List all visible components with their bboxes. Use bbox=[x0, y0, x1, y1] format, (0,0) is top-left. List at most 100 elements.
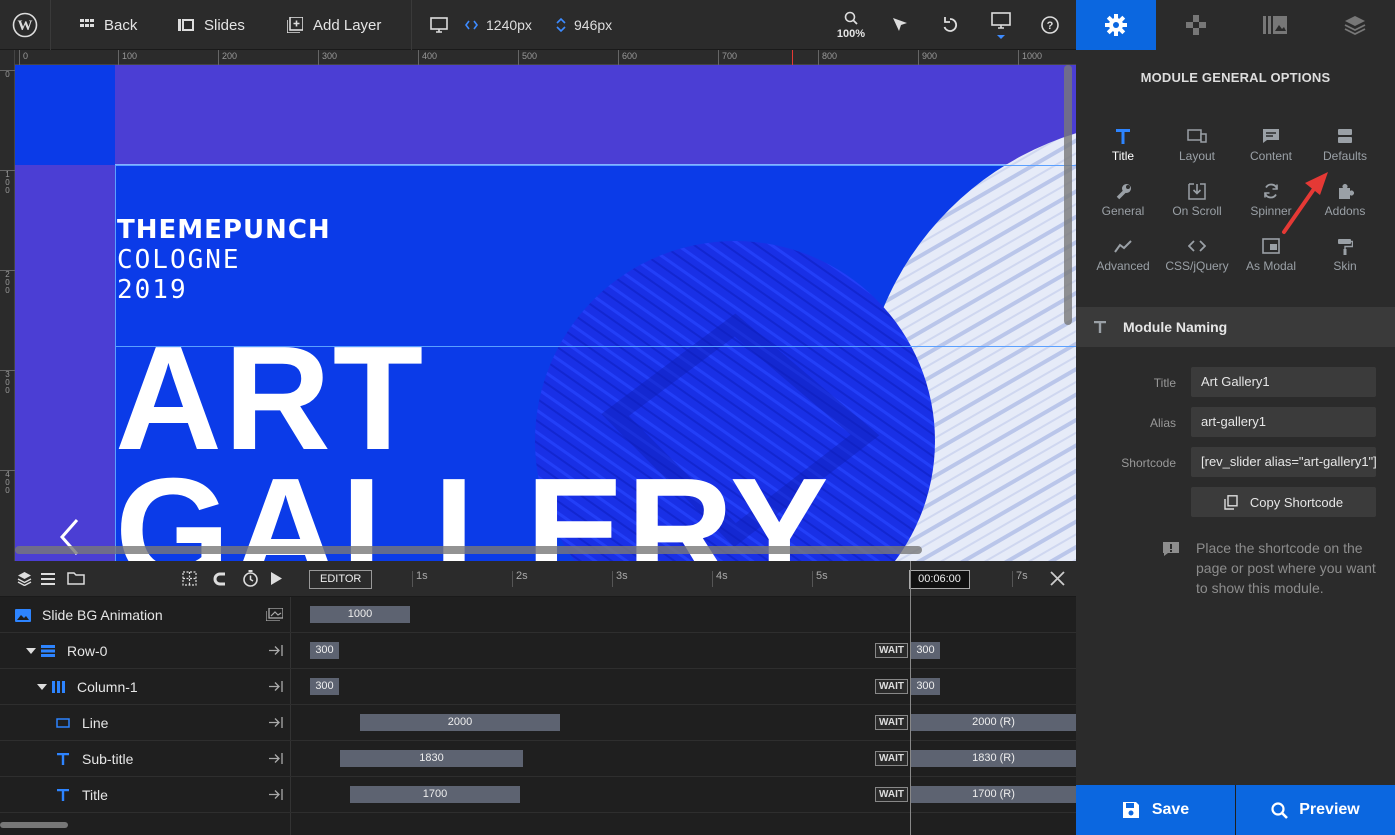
title-field[interactable]: Art Gallery1 bbox=[1191, 367, 1376, 397]
add-layer-button[interactable]: Add Layer bbox=[287, 0, 381, 50]
preview-button[interactable]: Preview bbox=[1236, 785, 1395, 835]
option-label: As Modal bbox=[1245, 259, 1297, 273]
save-label: Save bbox=[1151, 801, 1190, 818]
help-button[interactable]: ? bbox=[1041, 0, 1059, 50]
guide-line bbox=[115, 165, 1076, 166]
layers-toggle-button[interactable] bbox=[17, 571, 32, 586]
image-icon bbox=[15, 608, 31, 622]
timeline-row[interactable]: Slide BG Animation 1000 bbox=[0, 597, 1076, 633]
option-title[interactable]: Title bbox=[1086, 123, 1160, 163]
ruler-left: 0 1 0 0 2 0 0 3 0 0 4 0 0 bbox=[0, 50, 15, 561]
timeline-row[interactable]: Row-0 300 WAIT 300 bbox=[0, 633, 1076, 669]
images-icon[interactable] bbox=[266, 608, 283, 621]
timeline-bar-in[interactable]: 1700 bbox=[350, 786, 520, 803]
current-time-display[interactable]: 00:06:00 bbox=[909, 570, 970, 589]
play-button[interactable] bbox=[271, 572, 282, 585]
ruler-tick: 300 bbox=[318, 50, 337, 65]
monitor-icon bbox=[991, 12, 1011, 39]
canvas-vertical-scrollbar[interactable] bbox=[1064, 65, 1072, 325]
copy-shortcode-button[interactable]: Copy Shortcode bbox=[1191, 487, 1376, 517]
top-toolbar: W Back Slides Add Layer 1240px 946px 100… bbox=[0, 0, 1076, 50]
arrow-to-end-icon[interactable] bbox=[268, 644, 284, 657]
timeline-bar-out[interactable]: 1830 (R) bbox=[911, 750, 1076, 767]
timeline-bar-in[interactable]: 300 bbox=[310, 642, 339, 659]
timeline-bar-out[interactable]: 2000 (R) bbox=[911, 714, 1076, 731]
timeline-row[interactable]: Line 2000 WAIT 2000 (R) bbox=[0, 705, 1076, 741]
canvas-horizontal-scrollbar[interactable] bbox=[15, 546, 922, 554]
timeline-bar-in[interactable]: 2000 bbox=[360, 714, 560, 731]
tab-module-settings[interactable] bbox=[1076, 0, 1156, 50]
option-label: Skin bbox=[1333, 259, 1357, 273]
brand-name: THEMEPUNCH bbox=[117, 215, 331, 245]
option-defaults[interactable]: Defaults bbox=[1308, 123, 1382, 163]
timeline-bar-out[interactable]: 300 bbox=[911, 642, 940, 659]
height-field[interactable]: 946px bbox=[556, 0, 612, 50]
timeline-bar-in[interactable]: 1000 bbox=[310, 606, 410, 623]
option-as-modal[interactable]: As Modal bbox=[1234, 233, 1308, 273]
timeline-bar-out[interactable]: 1700 (R) bbox=[911, 786, 1076, 803]
ruler-top: 0 100 200 300 400 500 600 700 800 900 10… bbox=[15, 50, 1076, 65]
ruler-cursor-marker bbox=[792, 50, 793, 65]
editor-mode-chip[interactable]: EDITOR bbox=[309, 570, 373, 589]
arrow-to-end-icon[interactable] bbox=[268, 680, 284, 693]
ruler-tick: 500 bbox=[518, 50, 537, 65]
magnet-icon bbox=[213, 572, 225, 586]
timer-button[interactable] bbox=[242, 570, 259, 587]
timeline-bar-out[interactable]: 300 bbox=[911, 678, 940, 695]
module-naming-header[interactable]: Module Naming bbox=[1076, 307, 1395, 347]
width-field[interactable]: 1240px bbox=[465, 0, 532, 50]
list-view-button[interactable] bbox=[41, 572, 55, 585]
pointer-icon bbox=[893, 18, 907, 31]
option-layout[interactable]: Layout bbox=[1160, 123, 1234, 163]
option-content[interactable]: Content bbox=[1234, 123, 1308, 163]
desktop-view-button[interactable] bbox=[991, 0, 1011, 50]
timeline-bar-in[interactable]: 300 bbox=[310, 678, 339, 695]
wordpress-logo-button[interactable]: W bbox=[12, 0, 38, 50]
code-arrows-icon bbox=[465, 20, 478, 30]
option-css-jquery[interactable]: CSS/jQuery bbox=[1160, 233, 1234, 273]
option-on-scroll[interactable]: On Scroll bbox=[1160, 178, 1234, 218]
zoom-button[interactable]: 100% bbox=[836, 0, 866, 50]
device-desktop-button[interactable] bbox=[430, 0, 448, 50]
arrow-to-end-icon[interactable] bbox=[268, 752, 284, 765]
ruler-tick: 2 0 0 bbox=[0, 270, 15, 295]
timeline-playhead[interactable] bbox=[910, 561, 911, 835]
wait-badge: WAIT bbox=[875, 751, 908, 766]
tab-slide-settings[interactable] bbox=[1236, 0, 1316, 50]
brand-block[interactable]: THEMEPUNCH COLOGNE 2019 bbox=[117, 215, 331, 305]
magnifier-icon bbox=[844, 11, 858, 25]
alias-field[interactable]: art-gallery1 bbox=[1191, 407, 1376, 437]
close-timeline-button[interactable] bbox=[1050, 571, 1065, 586]
grid-snap-button[interactable] bbox=[182, 571, 197, 586]
option-advanced[interactable]: Advanced bbox=[1086, 233, 1160, 273]
tab-navigation[interactable] bbox=[1156, 0, 1236, 50]
panel-title: MODULE GENERAL OPTIONS bbox=[1140, 70, 1331, 85]
slides-button[interactable]: Slides bbox=[178, 0, 245, 50]
timeline-row[interactable]: Title 1700 WAIT 1700 (R) bbox=[0, 777, 1076, 813]
arrow-to-end-icon[interactable] bbox=[268, 788, 284, 801]
timeline-row[interactable]: Column-1 300 WAIT 300 bbox=[0, 669, 1076, 705]
title-layer[interactable]: ART GALLERY bbox=[115, 325, 831, 562]
wait-badge: WAIT bbox=[875, 715, 908, 730]
folder-button[interactable] bbox=[67, 571, 85, 585]
ruler-tick: 100 bbox=[118, 50, 137, 65]
title-field-label: Title bbox=[1153, 376, 1176, 390]
arrow-to-end-icon[interactable] bbox=[268, 716, 284, 729]
select-tool-button[interactable] bbox=[892, 0, 908, 50]
play-icon bbox=[271, 572, 282, 585]
time-mark: 2s bbox=[516, 570, 528, 582]
slide-canvas[interactable]: THEMEPUNCH COLOGNE 2019 ART GALLERY bbox=[15, 65, 1076, 561]
ruler-tick: 3 0 0 bbox=[0, 370, 15, 395]
magnet-button[interactable] bbox=[212, 571, 228, 587]
option-general[interactable]: General bbox=[1086, 178, 1160, 218]
shortcode-field[interactable]: [rev_slider alias="art-gallery1"] bbox=[1191, 447, 1376, 477]
timeline-scrollbar[interactable] bbox=[0, 822, 68, 828]
option-skin[interactable]: Skin bbox=[1308, 233, 1382, 273]
timeline-bar-in[interactable]: 1830 bbox=[340, 750, 523, 767]
tab-layer-settings[interactable] bbox=[1315, 0, 1395, 50]
height-value: 946px bbox=[574, 17, 613, 33]
back-button[interactable]: Back bbox=[80, 0, 137, 50]
timeline-row[interactable]: Sub-title 1830 WAIT 1830 (R) bbox=[0, 741, 1076, 777]
undo-button[interactable] bbox=[942, 0, 958, 50]
save-button[interactable]: Save bbox=[1076, 785, 1235, 835]
